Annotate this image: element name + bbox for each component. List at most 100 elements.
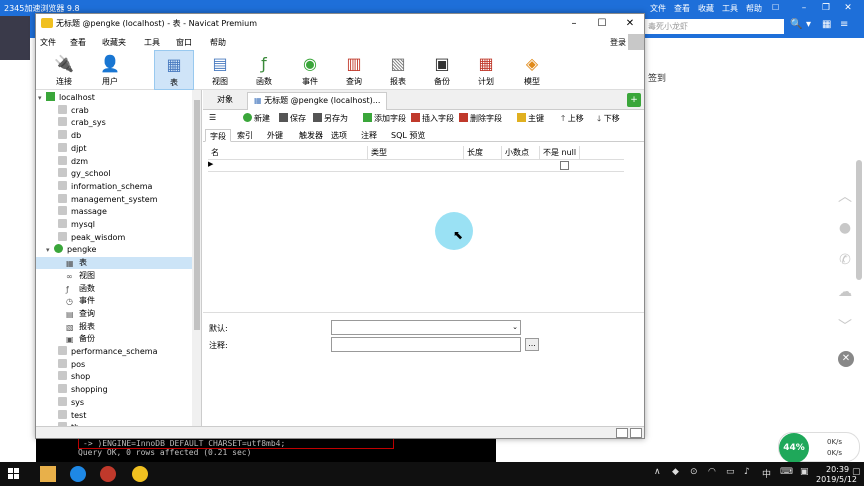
- tree-database[interactable]: massage: [36, 206, 192, 218]
- tree-object-folder[interactable]: ƒ 函数: [36, 283, 192, 295]
- tree-database[interactable]: dzm: [36, 155, 192, 168]
- tree-database[interactable]: peak_wisdom: [36, 231, 192, 244]
- tree-object-folder[interactable]: ▦ 表: [36, 257, 192, 270]
- column-header-length[interactable]: 长度: [464, 146, 502, 159]
- menu-favorites[interactable]: 收藏夹: [102, 37, 126, 48]
- clock-date[interactable]: 2019/5/12: [816, 475, 857, 484]
- network-speed-widget[interactable]: 44% 0K/s 0K/s: [778, 432, 860, 463]
- browser-sign-text[interactable]: 签到: [648, 71, 666, 84]
- user-avatar-icon[interactable]: [628, 34, 644, 50]
- chevron-up-icon[interactable]: ︿: [835, 186, 855, 205]
- toolbar-schedule-button[interactable]: ▦ 计划: [466, 50, 506, 90]
- close-icon[interactable]: ✕: [838, 351, 854, 367]
- notification-icon[interactable]: ▢: [852, 467, 861, 477]
- file-explorer-icon[interactable]: [40, 466, 56, 482]
- browser-minimize-icon[interactable]: –: [796, 2, 812, 14]
- browser-close-icon[interactable]: ✕: [840, 2, 856, 14]
- windows-start-icon[interactable]: [8, 468, 20, 480]
- tree-database[interactable]: performance_schema: [36, 346, 192, 358]
- tree-database[interactable]: shopping: [36, 384, 192, 396]
- expand-arrow-icon[interactable]: ▾: [38, 92, 46, 104]
- toolbar-function-button[interactable]: ƒ 函数: [244, 50, 284, 90]
- column-header-name[interactable]: 名: [208, 146, 368, 159]
- tab-objects[interactable]: 对象: [211, 92, 239, 110]
- browser-search-icon[interactable]: 🔍: [790, 19, 802, 30]
- tray-input-icon[interactable]: ▣: [800, 467, 809, 477]
- tray-volume-icon[interactable]: ♪: [744, 467, 750, 477]
- browser-menu-icon[interactable]: ≡: [840, 19, 848, 30]
- tree-database-open[interactable]: ▾ pengke: [36, 244, 192, 256]
- detail-view-icon[interactable]: [630, 428, 642, 438]
- chevron-down-icon[interactable]: ﹀: [835, 316, 855, 335]
- chat-icon[interactable]: ☁: [835, 284, 855, 300]
- tray-keyboard-icon[interactable]: ⌨: [780, 467, 793, 477]
- tray-chevron-icon[interactable]: ∧: [654, 467, 661, 477]
- clock-time[interactable]: 20:39: [826, 465, 849, 474]
- tree-database[interactable]: information_schema: [36, 180, 192, 193]
- move-down-button[interactable]: 🡓 下移: [597, 113, 620, 127]
- browser-apps-icon[interactable]: ▦: [822, 19, 831, 30]
- tray-network-icon[interactable]: ⊙: [690, 467, 698, 477]
- column-header-type[interactable]: 类型: [368, 146, 464, 159]
- browser-menu-favorites[interactable]: 收藏: [698, 3, 714, 14]
- ime-indicator[interactable]: 中: [762, 467, 771, 480]
- menu-window[interactable]: 窗口: [176, 37, 192, 48]
- browser-taskbar-icon[interactable]: [70, 466, 86, 482]
- minimize-icon[interactable]: –: [560, 16, 588, 32]
- toolbar-table-button[interactable]: ▦ 表: [154, 50, 194, 90]
- toolbar-backup-button[interactable]: ▣ 备份: [422, 50, 462, 90]
- grid-view-icon[interactable]: [616, 428, 628, 438]
- tab-foreign-keys[interactable]: 外键: [263, 129, 287, 142]
- tree-database[interactable]: mysql: [36, 219, 192, 231]
- tab-triggers[interactable]: 触发器: [295, 129, 327, 142]
- close-icon[interactable]: ✕: [616, 16, 644, 32]
- insert-field-button[interactable]: 插入字段: [411, 113, 454, 124]
- toolbar-model-button[interactable]: ◈ 模型: [512, 50, 552, 90]
- expand-arrow-icon[interactable]: ▾: [46, 244, 54, 256]
- toolbar-query-button[interactable]: ▥ 查询: [334, 50, 374, 90]
- tree-database[interactable]: djpt: [36, 142, 192, 155]
- tree-scrollbar-thumb[interactable]: [194, 100, 200, 330]
- browser-menu-file[interactable]: 文件: [650, 3, 666, 14]
- bird-icon[interactable]: ●: [835, 220, 855, 236]
- comment-input[interactable]: [331, 337, 521, 352]
- browser-scrollbar[interactable]: [856, 160, 862, 280]
- toolbar-view-button[interactable]: ▤ 视图: [200, 50, 240, 90]
- add-field-button[interactable]: 添加字段: [363, 113, 406, 124]
- browser-restore-icon[interactable]: ❐: [818, 2, 834, 14]
- column-header-not-null[interactable]: 不是 null: [540, 146, 580, 159]
- default-dropdown[interactable]: ⌄: [331, 320, 521, 335]
- tree-database[interactable]: crab: [36, 104, 192, 117]
- toolbar-connect-button[interactable]: 🔌 连接: [44, 50, 84, 90]
- tree-database[interactable]: shop: [36, 371, 192, 383]
- tree-object-folder[interactable]: ▣ 备份: [36, 333, 192, 345]
- new-tab-icon[interactable]: +: [627, 93, 641, 107]
- tab-comment[interactable]: 注释: [357, 129, 381, 142]
- tree-object-folder[interactable]: ▧ 报表: [36, 321, 192, 333]
- login-link[interactable]: 登录: [610, 37, 626, 48]
- tab-table-designer[interactable]: ▦ 无标题 @pengke (localhost)...: [247, 92, 388, 110]
- move-up-button[interactable]: 🡑 上移: [561, 113, 584, 127]
- tray-app-icon[interactable]: ◆: [672, 467, 679, 477]
- maximize-icon[interactable]: ☐: [588, 16, 616, 32]
- tree-object-folder[interactable]: ▤ 查询: [36, 308, 192, 320]
- save-button[interactable]: 保存: [279, 113, 306, 124]
- tree-connection[interactable]: ▾ localhost: [36, 92, 192, 104]
- tray-battery-icon[interactable]: ▭: [726, 467, 735, 477]
- menu-help[interactable]: 帮助: [210, 37, 226, 48]
- tree-database[interactable]: pos: [36, 358, 192, 371]
- comment-ellipsis-button[interactable]: ...: [525, 338, 539, 351]
- browser-search-input[interactable]: 毒死小龙虾: [644, 19, 784, 34]
- browser-menu-tools[interactable]: 工具: [722, 3, 738, 14]
- column-header-decimals[interactable]: 小数点: [502, 146, 540, 159]
- browser-menu-view[interactable]: 查看: [674, 3, 690, 14]
- toolbar-user-button[interactable]: 👤 用户: [90, 50, 130, 90]
- new-button[interactable]: 新建: [243, 113, 270, 124]
- tree-database[interactable]: sys: [36, 396, 192, 409]
- tab-indexes[interactable]: 索引: [233, 129, 257, 142]
- navicat-taskbar-icon[interactable]: [132, 466, 148, 482]
- record-taskbar-icon[interactable]: [100, 466, 116, 482]
- tree-database[interactable]: db: [36, 130, 192, 142]
- tree-object-folder[interactable]: ◷ 事件: [36, 295, 192, 307]
- tree-object-folder[interactable]: ∞ 视图: [36, 270, 192, 282]
